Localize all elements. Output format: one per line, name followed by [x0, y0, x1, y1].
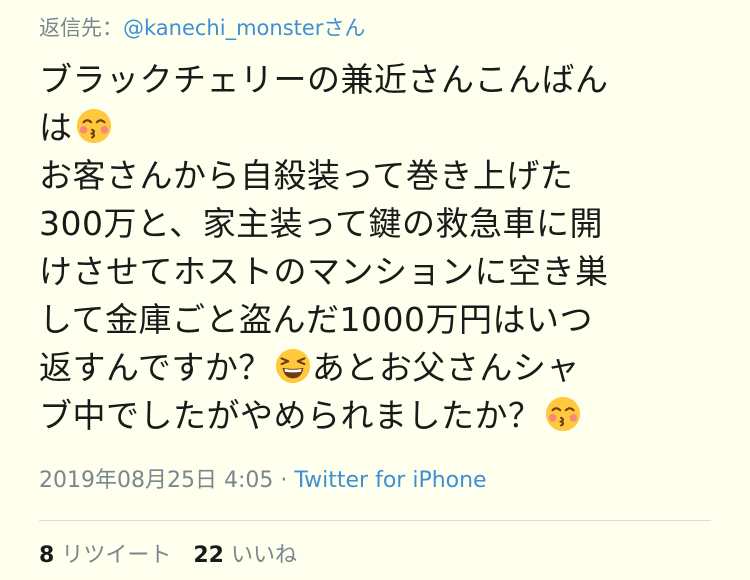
tweet-text-line: 300万と、家主装って鍵の救急車に開 [39, 200, 739, 248]
like-label: いいね [230, 543, 297, 568]
reply-to-handle-link[interactable]: @kanechi_monsterさん [123, 16, 365, 40]
tweet-detail: 返信先：@kanechi_monsterさん ブラックチェリーの兼近さんこんばん… [0, 0, 750, 580]
tweet-text-segment: ブラックチェリーの兼近さんこんばん [39, 60, 609, 99]
tweet-text-line: 返すんですか？ あとお父さんシャ [39, 344, 739, 392]
kissing-face-icon [545, 396, 580, 432]
tweet-text-segment: お客さんから自殺装って巻き上げた [39, 156, 574, 195]
tweet-text-line: けさせてホストのマンションに空き巣 [39, 248, 739, 296]
tweet-text-segment: あとお父さんシャ [311, 348, 580, 387]
tweet-text-line: して金庫ごと盗んだ1000万円はいつ [39, 296, 739, 344]
tweet-text-line: ブラックチェリーの兼近さんこんばん [39, 56, 739, 104]
reply-to-line: 返信先：@kanechi_monsterさん [39, 14, 365, 42]
tweet-text: ブラックチェリーの兼近さんこんばん は お客さんから自殺装って巻き上げた 300… [39, 56, 739, 440]
retweet-count: 8 [39, 543, 55, 568]
retweet-stat[interactable]: 8 リツイート [39, 543, 171, 568]
tweet-text-line: ブ中でしたがやめられましたか？ [39, 392, 739, 440]
tweet-text-segment: は [39, 108, 73, 147]
reply-to-prefix: 返信先： [39, 16, 123, 40]
tweet-meta: 2019年08月25日 4:05 · Twitter for iPhone [39, 466, 487, 496]
tweet-source-link[interactable]: Twitter for iPhone [294, 468, 486, 493]
tweet-text-line: は [39, 104, 739, 152]
reply-to-handle: @kanechi_monster [123, 16, 324, 40]
like-stat[interactable]: 22 いいね [193, 543, 297, 568]
divider [39, 520, 711, 521]
grinning-squinting-face-icon [275, 348, 310, 384]
meta-separator: · [273, 468, 295, 493]
reply-to-handle-suffix: さん [323, 16, 366, 40]
tweet-timestamp[interactable]: 2019年08月25日 4:05 [39, 468, 273, 493]
tweet-text-segment: 返すんですか？ [39, 348, 272, 387]
tweet-text-segment: して金庫ごと盗んだ1000万円はいつ [39, 300, 593, 339]
kissing-face-icon [76, 108, 111, 144]
like-count: 22 [193, 543, 224, 568]
tweet-text-segment: ブ中でしたがやめられましたか？ [39, 396, 542, 435]
retweet-label: リツイート [61, 543, 172, 568]
tweet-stats: 8 リツイート 22 いいね [39, 541, 297, 571]
tweet-text-segment: 300万と、家主装って鍵の救急車に開 [39, 204, 604, 243]
tweet-text-segment: けさせてホストのマンションに空き巣 [39, 252, 609, 291]
tweet-text-line: お客さんから自殺装って巻き上げた [39, 152, 739, 200]
